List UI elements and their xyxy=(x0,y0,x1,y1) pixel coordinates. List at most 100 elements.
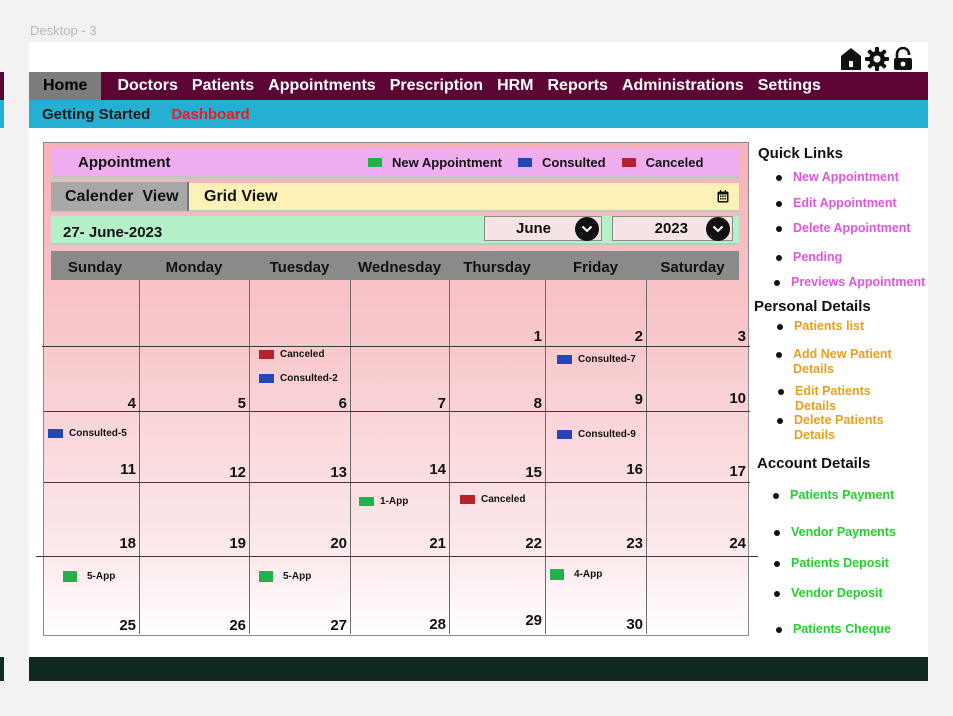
calendar-day-10[interactable]: 10 xyxy=(648,390,746,407)
calendar-day-9[interactable]: 9 xyxy=(547,391,643,408)
calendar-day-12[interactable]: 12 xyxy=(141,464,246,481)
account-details-link-vendor-deposit[interactable]: Vendor Deposit xyxy=(774,586,883,601)
calendar-event-consulted[interactable]: Consulted-7 xyxy=(557,354,636,365)
calendar-day-30[interactable]: 30 xyxy=(547,616,643,633)
account-details-link-vendor-payments[interactable]: Vendor Payments xyxy=(774,525,896,540)
link-label: Patients list xyxy=(794,319,865,333)
event-status-swatch xyxy=(48,429,63,438)
nav-patients[interactable]: Patients xyxy=(185,72,261,100)
calendar-event-new[interactable]: 5-App xyxy=(63,571,115,582)
account-details-link-patients-cheque[interactable]: Patients Cheque xyxy=(776,622,891,637)
event-status-swatch xyxy=(259,374,274,383)
personal-details-link-add-new-patient-details[interactable]: Add New Patient Details xyxy=(776,347,908,377)
tab-calendar-view[interactable]: Calender View xyxy=(51,182,189,211)
calendar-day-14[interactable]: 14 xyxy=(352,461,446,478)
lock-icon[interactable] xyxy=(891,47,915,71)
home-icon[interactable] xyxy=(839,47,863,71)
event-status-swatch xyxy=(259,571,273,582)
calendar-event-new[interactable]: 5-App xyxy=(259,571,311,582)
calendar-day-27[interactable]: 27 xyxy=(251,617,347,634)
calendar-day-17[interactable]: 17 xyxy=(648,463,746,480)
calendar-event-canceled[interactable]: Canceled xyxy=(259,349,324,360)
event-label: 5-App xyxy=(87,571,116,582)
calendar-day-2[interactable]: 2 xyxy=(547,328,643,345)
calendar-day-20[interactable]: 20 xyxy=(251,535,347,552)
quick-links-link-edit-appointment[interactable]: Edit Appointment xyxy=(776,196,897,211)
quick-links-link-pending[interactable]: Pending xyxy=(776,250,842,265)
quick-links-link-delete-appointment[interactable]: Delete Appointment xyxy=(776,221,911,236)
event-label: Consulted-9 xyxy=(578,429,636,440)
month-select[interactable]: June xyxy=(484,216,602,241)
calendar-day-15[interactable]: 15 xyxy=(451,464,542,481)
calendar-column-divider xyxy=(545,280,546,634)
subnav-getting-started[interactable]: Getting Started xyxy=(42,106,150,123)
personal-details-link-delete-patients-details[interactable]: Delete Patients Details xyxy=(777,413,909,443)
calendar-day-4[interactable]: 4 xyxy=(46,395,136,412)
calendar-day-21[interactable]: 21 xyxy=(352,535,446,552)
calendar-day-25[interactable]: 25 xyxy=(46,617,136,634)
link-label: Add New Patient Details xyxy=(793,347,892,376)
tab-grid-view[interactable]: Grid View xyxy=(189,182,278,211)
subnav-dashboard[interactable]: Dashboard xyxy=(171,106,249,123)
calendar-day-13[interactable]: 13 xyxy=(251,464,347,481)
nav-doctors[interactable]: Doctors xyxy=(110,72,184,100)
calendar-day-28[interactable]: 28 xyxy=(352,616,446,633)
link-label: Delete Appointment xyxy=(793,221,911,235)
calendar-day-18[interactable]: 18 xyxy=(46,535,136,552)
gear-icon[interactable] xyxy=(865,47,889,71)
weekday-saturday: Saturday xyxy=(660,259,725,276)
calendar-day-3[interactable]: 3 xyxy=(648,328,746,345)
calendar-day-11[interactable]: 11 xyxy=(46,461,136,478)
calendar-day-22[interactable]: 22 xyxy=(451,535,542,552)
calendar-event-new[interactable]: 1-App xyxy=(359,496,408,507)
legend-label-canceled: Canceled xyxy=(645,154,704,170)
calendar-day-19[interactable]: 19 xyxy=(141,535,246,552)
bullet-icon xyxy=(776,255,782,261)
nav-home[interactable]: Home xyxy=(29,72,102,100)
calendar-day-6[interactable]: 6 xyxy=(251,395,347,412)
calendar-event-consulted[interactable]: Consulted-5 xyxy=(48,428,127,439)
nav-administrations[interactable]: Administrations xyxy=(615,72,751,100)
quick-links-link-previews-appointment[interactable]: Previews Appointment xyxy=(774,275,925,290)
personal-details-link-patients-list[interactable]: Patients list xyxy=(777,319,865,334)
account-details-link-patients-payment[interactable]: Patients Payment xyxy=(773,488,894,503)
calendar-day-23[interactable]: 23 xyxy=(547,535,643,552)
link-label: Delete Patients Details xyxy=(794,413,884,442)
calendar-column-divider xyxy=(350,280,351,634)
calendar-day-5[interactable]: 5 xyxy=(141,395,246,412)
year-select[interactable]: 2023 xyxy=(612,216,733,241)
main-nav: Home Doctors Patients Appointments Presc… xyxy=(29,72,928,100)
calendar-day-8[interactable]: 8 xyxy=(451,395,542,412)
quick-links-link-new-appointment[interactable]: New Appointment xyxy=(776,170,899,185)
link-label: Edit Appointment xyxy=(793,196,897,210)
calendar-event-new[interactable]: 4-App xyxy=(550,569,602,580)
nav-reports[interactable]: Reports xyxy=(541,72,615,100)
nav-hrm[interactable]: HRM xyxy=(490,72,540,100)
nav-settings[interactable]: Settings xyxy=(751,72,828,100)
calendar-day-24[interactable]: 24 xyxy=(648,535,746,552)
event-label: Consulted-7 xyxy=(578,354,636,365)
calendar-day-26[interactable]: 26 xyxy=(141,617,246,634)
bullet-icon xyxy=(774,561,780,567)
calendar-icon[interactable] xyxy=(717,189,731,204)
calendar-event-consulted[interactable]: Consulted-9 xyxy=(557,429,636,440)
calendar-event-canceled[interactable]: Canceled xyxy=(460,494,525,505)
calendar-day-7[interactable]: 7 xyxy=(352,395,446,412)
nav-prescription[interactable]: Prescription xyxy=(383,72,490,100)
weekday-tuesday: Tuesday xyxy=(269,259,330,276)
event-label: 1-App xyxy=(380,496,409,507)
nav-appointments[interactable]: Appointments xyxy=(261,72,383,100)
year-chevron-down-icon[interactable] xyxy=(706,216,730,241)
event-label: Canceled xyxy=(481,494,526,505)
sub-nav: Getting Started Dashboard xyxy=(29,100,928,128)
calendar-event-consulted[interactable]: Consulted-2 xyxy=(259,373,338,384)
event-status-swatch xyxy=(460,495,475,504)
calendar-day-1[interactable]: 1 xyxy=(451,328,542,345)
month-chevron-down-icon[interactable] xyxy=(575,216,599,241)
calendar-day-29[interactable]: 29 xyxy=(451,612,542,629)
personal-details-link-edit-patients-details[interactable]: Edit Patients Details xyxy=(778,384,910,414)
quick-links-title: Quick Links xyxy=(758,145,844,162)
calendar-day-16[interactable]: 16 xyxy=(547,461,643,478)
bullet-icon xyxy=(777,324,783,330)
account-details-link-patients-deposit[interactable]: Patients Deposit xyxy=(774,556,889,571)
